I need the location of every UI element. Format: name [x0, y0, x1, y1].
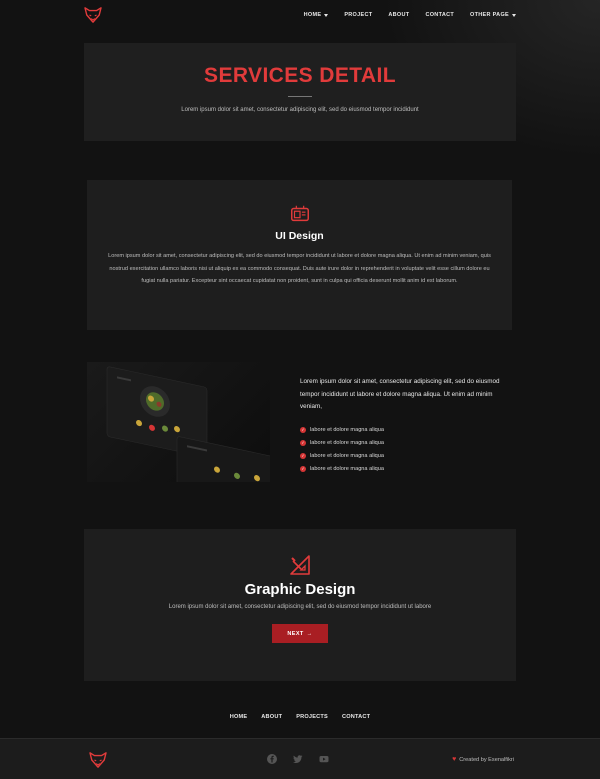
- footer-link-about[interactable]: ABOUT: [261, 714, 282, 720]
- footer-nav: HOME ABOUT PROJECTS CONTACT: [0, 714, 600, 720]
- youtube-icon[interactable]: [319, 754, 329, 764]
- checklist-item: ✓ labore et dolore magna aliqua: [300, 424, 512, 437]
- ui-design-description: Lorem ipsum dolor sit amet, consectetur …: [108, 253, 491, 284]
- next-button-label: NEXT: [287, 630, 304, 637]
- page-title: SERVICES DETAIL: [204, 64, 396, 87]
- chevron-down-icon: [512, 13, 516, 17]
- footer-link-projects[interactable]: PROJECTS: [296, 714, 328, 720]
- feature-text-column: Lorem ipsum dolor sit amet, consectetur …: [300, 376, 512, 476]
- checklist-item-label: labore et dolore magna aliqua: [310, 453, 385, 459]
- checklist-item: ✓ labore et dolore magna aliqua: [300, 450, 512, 463]
- hero-section: SERVICES DETAIL Lorem ipsum dolor sit am…: [84, 43, 516, 141]
- checklist-item: ✓ labore et dolore magna aliqua: [300, 463, 512, 476]
- chevron-down-icon: [324, 13, 329, 17]
- twitter-icon[interactable]: [293, 754, 303, 764]
- credit-label: Created by Esenalfikri: [459, 756, 514, 763]
- graphic-design-subtitle: Lorem ipsum dolor sit amet, consectetur …: [168, 604, 432, 610]
- title-divider: [288, 96, 312, 97]
- nav-about[interactable]: ABOUT: [388, 12, 409, 18]
- checklist-item-label: labore et dolore magna aliqua: [310, 440, 385, 446]
- heart-icon: ♥: [452, 756, 457, 763]
- checklist-item-label: labore et dolore magna aliqua: [310, 466, 385, 472]
- nav-contact[interactable]: CONTACT: [425, 12, 454, 18]
- footer-link-home[interactable]: HOME: [230, 714, 248, 720]
- ui-design-icon: [290, 205, 309, 222]
- footer-link-contact[interactable]: CONTACT: [342, 714, 370, 720]
- nav-about-label: ABOUT: [388, 12, 410, 18]
- checklist-item-label: labore et dolore magna aliqua: [310, 427, 385, 433]
- nav-home-label: HOME: [303, 12, 322, 18]
- graphic-design-title: Graphic Design: [244, 581, 356, 598]
- nav-other-page[interactable]: OTHER PAGE: [470, 12, 516, 18]
- check-circle-icon: ✓: [300, 427, 306, 433]
- social-links: [267, 754, 329, 764]
- arrow-right-icon: →: [306, 630, 313, 637]
- check-circle-icon: ✓: [300, 466, 306, 472]
- navbar: HOME PROJECT ABOUT CONTACT OTHER PAGE: [84, 0, 516, 30]
- check-circle-icon: ✓: [300, 453, 306, 459]
- ui-design-card: UI Design Lorem ipsum dolor sit amet, co…: [87, 180, 512, 330]
- ui-design-title: UI Design: [275, 230, 324, 242]
- checklist-item: ✓ labore et dolore magna aliqua: [300, 437, 512, 450]
- nav-contact-label: CONTACT: [425, 12, 455, 18]
- facebook-icon[interactable]: [267, 754, 277, 764]
- feature-paragraph: Lorem ipsum dolor sit amet, consectetur …: [300, 378, 500, 410]
- credit-text: ♥ Created by Esenalfikri: [452, 756, 514, 763]
- footer-bar: ♥ Created by Esenalfikri: [0, 738, 600, 779]
- nav-other-page-label: OTHER PAGE: [470, 12, 509, 18]
- nav-project-label: PROJECT: [344, 12, 373, 18]
- main-menu: HOME PROJECT ABOUT CONTACT OTHER PAGE: [288, 12, 516, 18]
- nav-project[interactable]: PROJECT: [344, 12, 372, 18]
- fox-logo-icon[interactable]: [89, 752, 107, 768]
- graphic-design-icon: [290, 555, 310, 575]
- hero-subtitle: Lorem ipsum dolor sit amet, consectetur …: [181, 107, 419, 113]
- app-mockup-image: [87, 362, 270, 482]
- next-button[interactable]: NEXT →: [272, 624, 328, 643]
- feature-checklist: ✓ labore et dolore magna aliqua ✓ labore e…: [300, 424, 512, 476]
- fox-logo-icon[interactable]: [84, 7, 102, 23]
- mockup-illustration: [106, 366, 270, 482]
- check-circle-icon: ✓: [300, 440, 306, 446]
- graphic-design-card: Graphic Design Lorem ipsum dolor sit ame…: [84, 529, 516, 681]
- nav-home[interactable]: HOME: [304, 12, 329, 18]
